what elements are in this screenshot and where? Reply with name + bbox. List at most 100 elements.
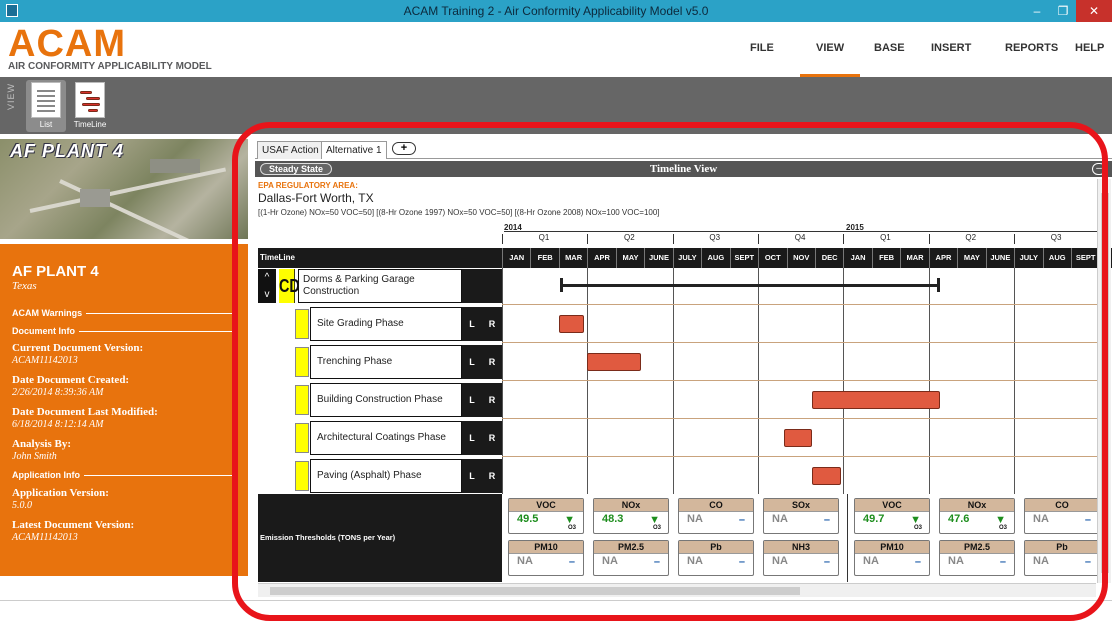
menu-file[interactable]: FILE [750, 42, 774, 54]
add-tab-button[interactable]: + [392, 142, 416, 155]
month-header-cell: NOV [786, 248, 815, 268]
menu-help[interactable]: HELP [1075, 42, 1104, 54]
move-down-icon[interactable]: v [258, 286, 276, 303]
menu-base[interactable]: BASE [874, 42, 905, 54]
emission-value: NA [687, 555, 703, 567]
phase-duration-bar[interactable] [558, 315, 585, 333]
quarter-gridline [928, 268, 930, 494]
phase-name[interactable]: Building Construction Phase [310, 383, 462, 417]
minimize-button[interactable]: – [1024, 0, 1050, 22]
phase-l-button[interactable]: L [462, 345, 482, 379]
project-duration-line[interactable] [560, 284, 940, 287]
pollutant-label: CO [679, 499, 753, 512]
pollutant-label: SOx [764, 499, 838, 512]
move-up-icon[interactable]: ^ [258, 269, 276, 286]
emission-threshold-box[interactable]: Pb NA – [678, 540, 754, 576]
plant-image-title: AF PLANT 4 [10, 141, 125, 161]
phase-duration-bar[interactable] [812, 391, 941, 409]
phase-r-button[interactable]: R [482, 459, 502, 493]
phase-row[interactable]: Site Grading Phase L R [258, 307, 502, 341]
phase-row[interactable]: Paving (Asphalt) Phase L R [258, 459, 502, 493]
phase-l-button[interactable]: L [462, 459, 482, 493]
emission-value: 49.7 [863, 513, 885, 525]
emission-threshold-box[interactable]: Pb NA – [1024, 540, 1100, 576]
timeline-view-button[interactable]: TimeLine [70, 80, 110, 132]
app-info-section[interactable]: Application Info [12, 470, 234, 480]
phase-row[interactable]: Building Construction Phase L R [258, 383, 502, 417]
menu-reports[interactable]: REPORTS [1005, 42, 1058, 54]
epa-area-thresholds: [(1-Hr Ozone) NOx=50 VOC=50] [(8-Hr Ozon… [258, 208, 660, 217]
vertical-scroll-thumb[interactable] [1101, 193, 1109, 573]
phase-l-button[interactable]: L [462, 421, 482, 455]
warnings-label: ACAM Warnings [12, 308, 83, 318]
year-rule [504, 231, 1099, 232]
emission-threshold-box[interactable]: VOC 49.5 ▼ O3 [508, 498, 584, 534]
menu-insert[interactable]: INSERT [931, 42, 971, 54]
close-button[interactable]: ✕ [1076, 0, 1112, 22]
emission-threshold-box[interactable]: VOC 49.7 ▼ O3 [854, 498, 930, 534]
pollutant-label: CO [1025, 499, 1099, 512]
quarter-label: Q2 [624, 233, 635, 242]
collapse-button[interactable]: – [1092, 163, 1106, 175]
project-name[interactable]: Dorms & Parking Garage Construction [298, 269, 462, 303]
emission-threshold-box[interactable]: PM2.5 NA – [939, 540, 1015, 576]
emission-threshold-box[interactable]: PM2.5 NA – [593, 540, 669, 576]
app-version-value: 5.0.0 [12, 500, 32, 511]
phase-r-button[interactable]: R [482, 421, 502, 455]
document-info-section[interactable]: Document Info [12, 326, 234, 336]
emission-threshold-box[interactable]: NOx 48.3 ▼ O3 [593, 498, 669, 534]
quarter-tick [502, 234, 503, 244]
timeline-view-title: Timeline View [649, 163, 718, 175]
app-info-label: Application Info [12, 470, 80, 480]
no-data-icon: – [1084, 514, 1091, 526]
phase-marker [295, 461, 309, 491]
phase-r-button[interactable]: R [482, 383, 502, 417]
timeline-label: TimeLine [260, 253, 295, 262]
phase-name[interactable]: Site Grading Phase [310, 307, 462, 341]
phase-name[interactable]: Paving (Asphalt) Phase [310, 459, 462, 493]
warnings-section[interactable]: ACAM Warnings [12, 308, 234, 318]
emission-threshold-box[interactable]: CO NA – [1024, 498, 1100, 534]
phase-r-button[interactable]: R [482, 307, 502, 341]
pollutant-label: VOC [855, 499, 929, 512]
menu-view[interactable]: VIEW [816, 42, 844, 54]
emission-threshold-box[interactable]: PM10 NA – [854, 540, 930, 576]
phase-l-button[interactable]: L [462, 307, 482, 341]
horizontal-scrollbar[interactable] [258, 583, 1096, 597]
emission-threshold-box[interactable]: NOx 47.6 ▼ O3 [939, 498, 1015, 534]
emission-threshold-box[interactable]: CO NA – [678, 498, 754, 534]
phase-row[interactable]: Architectural Coatings Phase L R [258, 421, 502, 455]
timeline-view-bar: Steady State Timeline View – [255, 161, 1112, 177]
month-header-cell: FEB [530, 248, 558, 268]
phase-row[interactable]: Trenching Phase L R [258, 345, 502, 379]
month-header-cell: MAR [558, 248, 587, 268]
quarter-tick [758, 234, 760, 244]
maximize-button[interactable]: ❐ [1050, 0, 1076, 22]
tab-alternative-1[interactable]: Alternative 1 [321, 141, 387, 159]
phase-duration-bar[interactable] [783, 429, 813, 447]
project-row[interactable]: ^ v CD Dorms & Parking Garage Constructi… [258, 269, 502, 303]
emission-threshold-box[interactable]: PM10 NA – [508, 540, 584, 576]
phase-duration-bar[interactable] [587, 353, 642, 371]
quarter-tick [843, 234, 845, 244]
horizontal-scroll-thumb[interactable] [270, 587, 800, 595]
ribbon-toolbar: VIEW List TimeLine [0, 77, 1112, 134]
phase-name[interactable]: Trenching Phase [310, 345, 462, 379]
month-header-cell: MAY [615, 248, 644, 268]
created-label: Date Document Created: [12, 374, 130, 386]
emission-value: 47.6 [948, 513, 970, 525]
tab-usaf-action[interactable]: USAF Action [257, 141, 324, 159]
phase-r-button[interactable]: R [482, 345, 502, 379]
logo-subtitle: AIR CONFORMITY APPLICABILITY MODEL [8, 61, 212, 72]
no-data-icon: – [999, 556, 1006, 568]
phase-duration-bar[interactable] [812, 467, 841, 485]
emission-value: NA [687, 513, 703, 525]
phase-name[interactable]: Architectural Coatings Phase [310, 421, 462, 455]
vertical-scrollbar[interactable] [1097, 179, 1111, 583]
emission-threshold-box[interactable]: SOx NA – [763, 498, 839, 534]
project-row-fill [462, 269, 502, 303]
phase-l-button[interactable]: L [462, 383, 482, 417]
emission-threshold-box[interactable]: NH3 NA – [763, 540, 839, 576]
pollutant-label: VOC [509, 499, 583, 512]
list-view-button[interactable]: List [26, 80, 66, 132]
